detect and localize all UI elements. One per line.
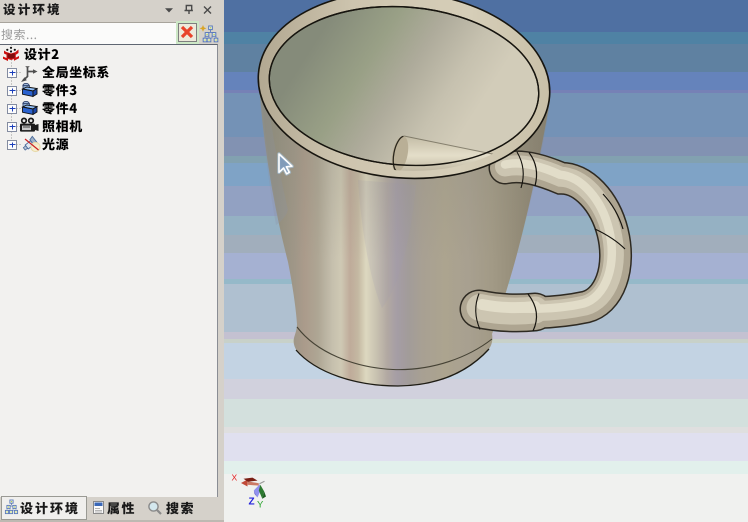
svg-text:Z: Z [249, 497, 255, 508]
svg-text:X: X [232, 473, 238, 483]
svg-text:Y: Y [257, 500, 264, 511]
